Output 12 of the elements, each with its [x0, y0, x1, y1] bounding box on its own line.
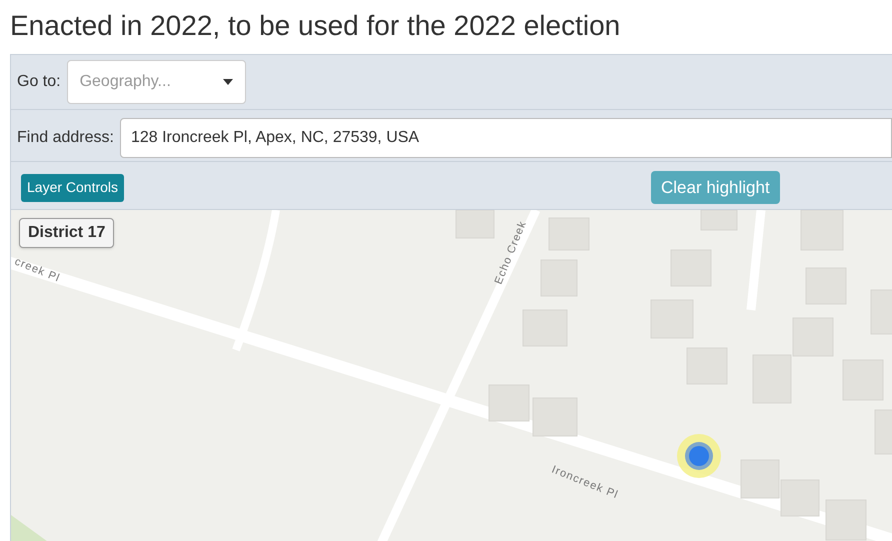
- find-address-label: Find address:: [17, 128, 114, 148]
- layer-controls-button[interactable]: Layer Controls: [21, 174, 124, 202]
- address-input[interactable]: 128 Ironcreek Pl, Apex, NC, 27539, USA: [120, 118, 892, 158]
- clear-highlight-button[interactable]: Clear highlight: [651, 171, 780, 204]
- district-label: District 17: [19, 218, 114, 248]
- location-marker: [677, 434, 721, 478]
- street-label: Echo Creek: [492, 219, 530, 286]
- page-title: Enacted in 2022, to be used for the 2022 election: [10, 9, 622, 43]
- caret-icon: [222, 79, 233, 85]
- geography-select[interactable]: Geography...: [66, 60, 246, 104]
- street-label: creek Pl: [12, 256, 62, 285]
- goto-label: Go to:: [17, 72, 61, 92]
